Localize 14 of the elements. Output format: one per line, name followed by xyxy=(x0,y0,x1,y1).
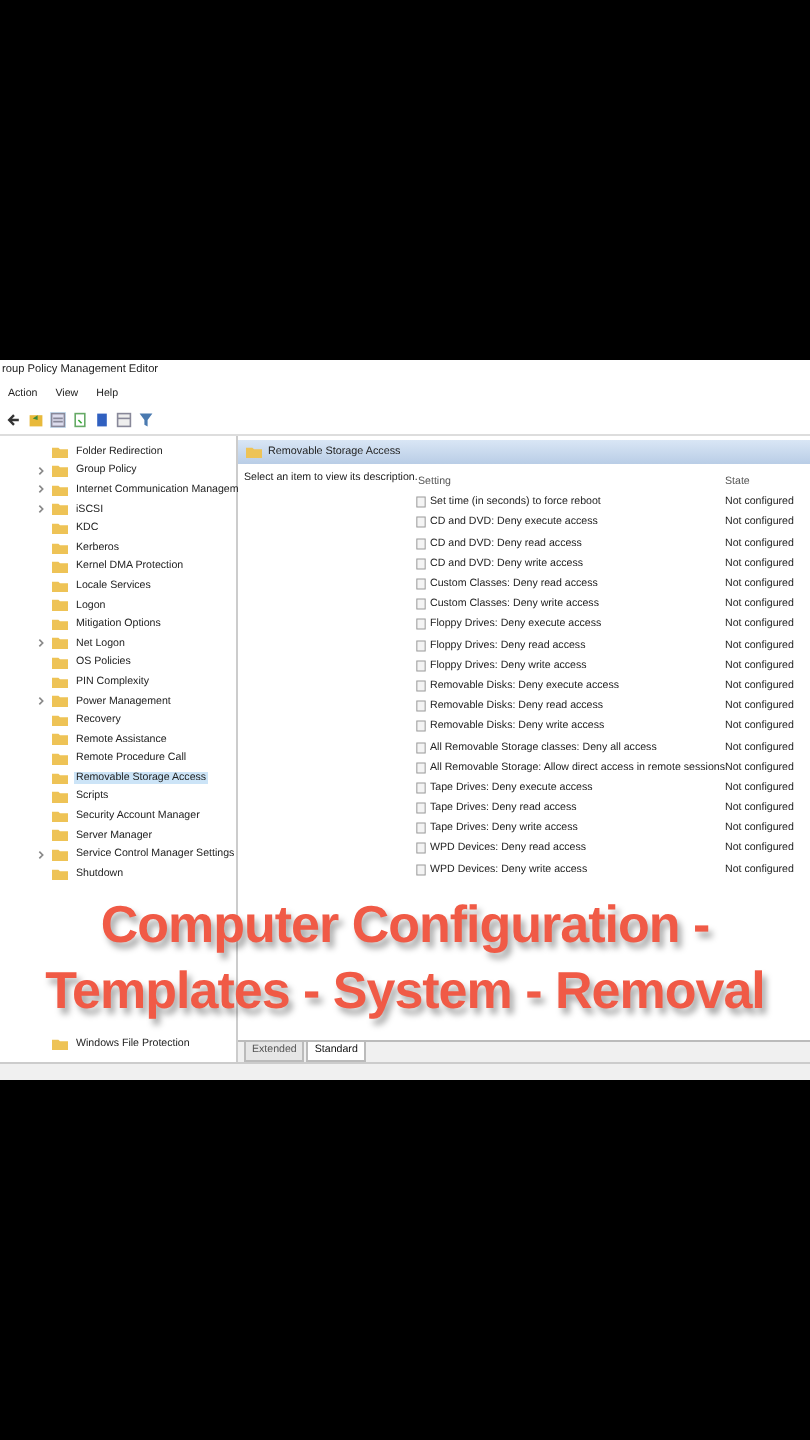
help-book-icon[interactable] xyxy=(94,411,110,427)
caption-text: Templates - System - Removal xyxy=(45,960,765,1020)
list-icon[interactable] xyxy=(50,411,66,427)
chevron-icon[interactable] xyxy=(36,849,46,860)
document-icon[interactable] xyxy=(72,411,88,427)
chevron-icon[interactable] xyxy=(36,638,46,649)
folder-icon[interactable] xyxy=(28,411,44,427)
folder-icon xyxy=(246,445,262,459)
chevron-icon[interactable] xyxy=(36,696,46,707)
folder-icon xyxy=(52,1037,68,1051)
filter-icon[interactable] xyxy=(138,411,154,427)
table-icon[interactable] xyxy=(116,411,132,427)
back-arrow-icon[interactable] xyxy=(6,411,22,427)
caption-text: Computer Configuration - xyxy=(100,894,710,954)
